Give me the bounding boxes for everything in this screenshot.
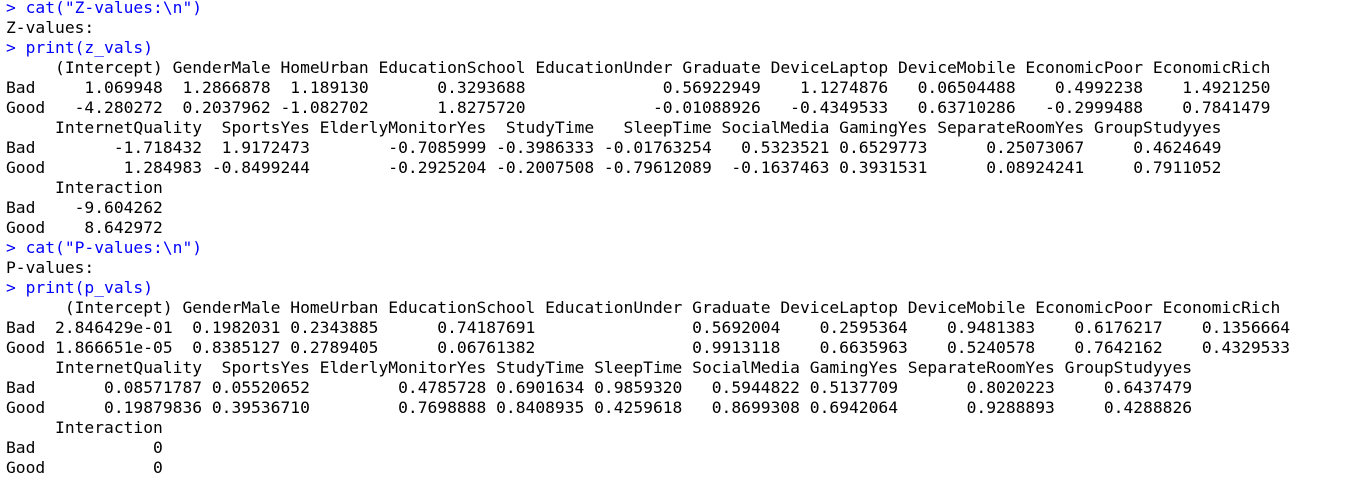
console-output-line: InternetQuality SportsYes ElderlyMonitor… — [6, 358, 1193, 377]
console-command-line: > cat("Z-values:\n") — [6, 0, 203, 17]
console-output-line: Z-values: — [6, 18, 95, 37]
console-output-line: Good 0.19879836 0.39536710 0.7698888 0.8… — [6, 398, 1193, 417]
console-output-line: InternetQuality SportsYes ElderlyMonitor… — [6, 118, 1222, 137]
console-output-line: Good 1.284983 -0.8499244 -0.2925204 -0.2… — [6, 158, 1222, 177]
console-output-line: Good -4.280272 0.2037962 -1.082702 1.827… — [6, 98, 1271, 117]
console-output-line: P-values: — [6, 258, 95, 277]
console-command-line: > cat("P-values:\n") — [6, 238, 203, 257]
console-command-line: > print(p_vals) — [6, 278, 154, 297]
console-output-line: Bad 0 — [6, 438, 163, 457]
console-output-line: Good 1.866651e-05 0.8385127 0.2789405 0.… — [6, 338, 1291, 357]
console-output-line: Interaction — [6, 178, 163, 197]
console-output-line: Interaction — [6, 418, 163, 437]
console-output-line: Bad 2.846429e-01 0.1982031 0.2343885 0.7… — [6, 318, 1291, 337]
console-output-line: Bad 0.08571787 0.05520652 0.4785728 0.69… — [6, 378, 1193, 397]
console-output-line: Good 0 — [6, 458, 163, 477]
console-command-line: > print(z_vals) — [6, 38, 154, 57]
console-output-line: Bad 1.069948 1.2866878 1.189130 0.329368… — [6, 78, 1271, 97]
r-console-output[interactable]: > cat("Z-values:\n") Z-values: > print(z_v… — [0, 0, 1346, 482]
console-output-line: (Intercept) GenderMale HomeUrban Educati… — [6, 298, 1281, 317]
console-output-line: Bad -1.718432 1.9172473 -0.7085999 -0.39… — [6, 138, 1222, 157]
console-output-line: Bad -9.604262 — [6, 198, 163, 217]
console-output-line: (Intercept) GenderMale HomeUrban Educati… — [6, 58, 1271, 77]
console-output-line: Good 8.642972 — [6, 218, 163, 237]
